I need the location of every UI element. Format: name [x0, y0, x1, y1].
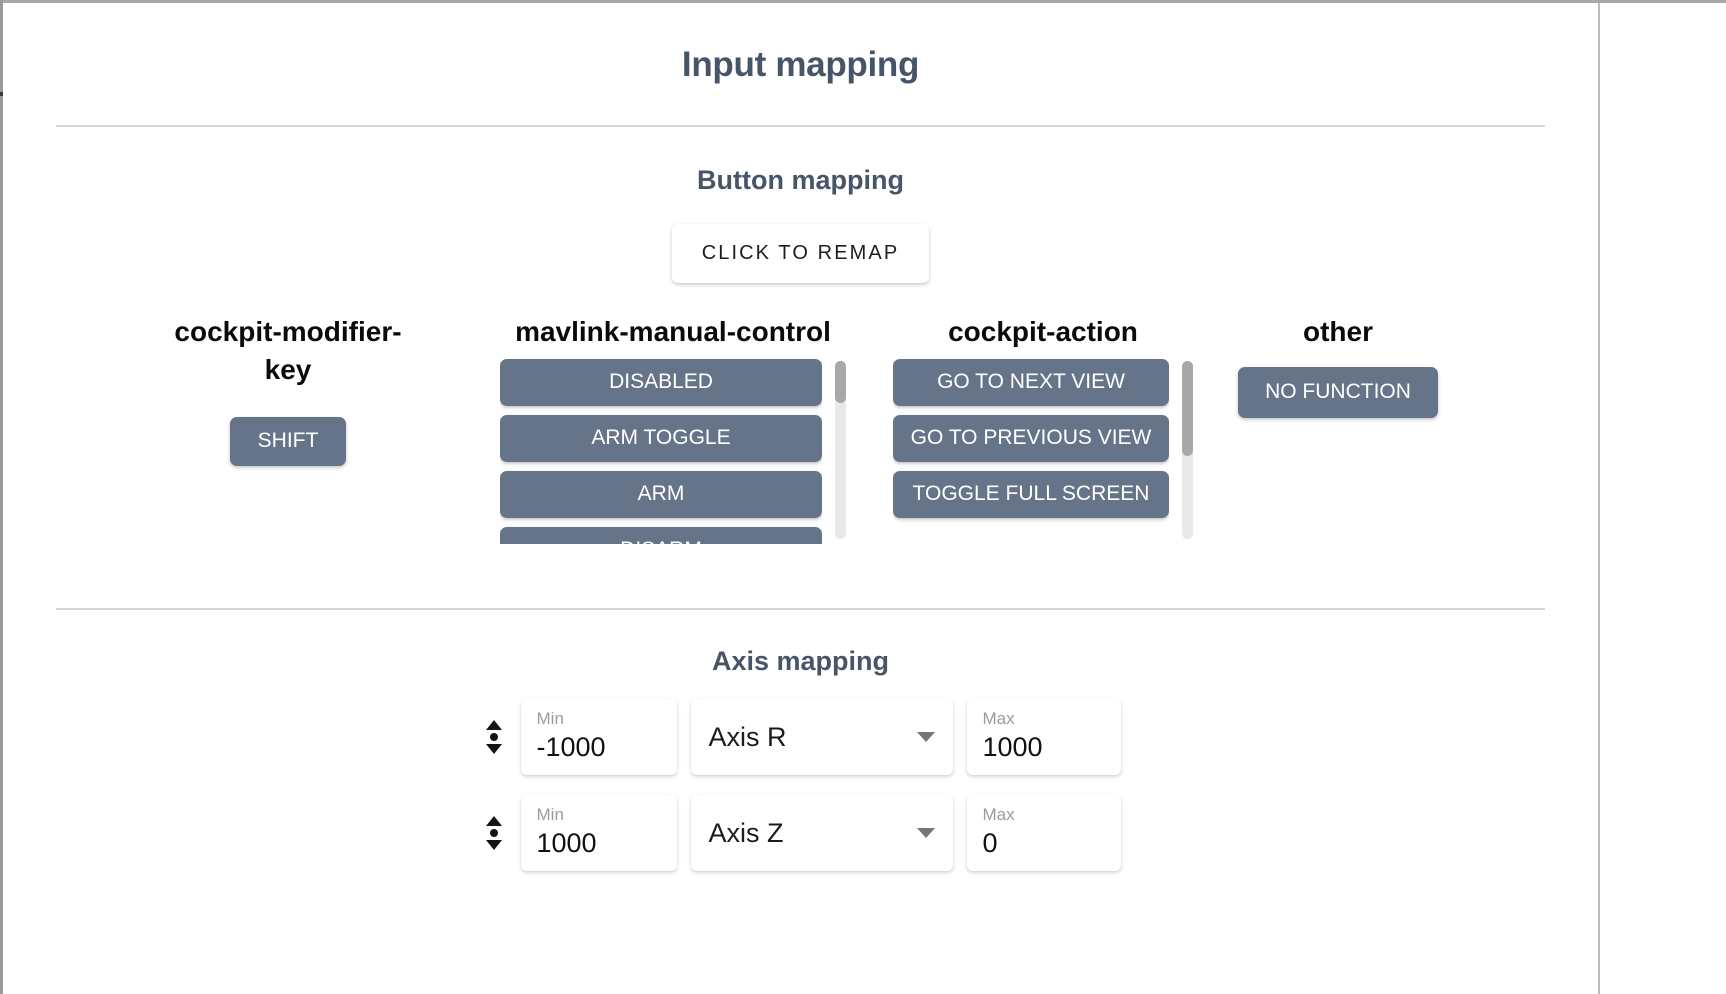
axis-max-value: 0 [982, 828, 998, 859]
mapping-chip-shift[interactable]: SHIFT [230, 417, 346, 467]
axis-mapping-title: Axis mapping [711, 646, 890, 677]
input-mapping-dialog: Input mapping Button mapping CLICK TO RE… [3, 3, 1600, 994]
triangle-down-icon [485, 840, 502, 851]
screen: Input mapping Button mapping CLICK TO RE… [0, 0, 1726, 994]
axis-select[interactable]: Axis R [690, 699, 953, 776]
mapping-chip-no-function[interactable]: NO FUNCTION [1238, 367, 1438, 418]
cockpit-action-option-list: GO TO NEXT VIEW GO TO PREVIOUS VIEW TOGG… [893, 359, 1169, 544]
triangle-up-icon [485, 816, 502, 827]
dot-icon [489, 733, 498, 742]
axis-min-field[interactable]: Min 1000 [520, 795, 677, 872]
axis-row: Min 1000 Axis Z Max 0 [481, 795, 1121, 872]
column-other: other NO FUNCTION [1193, 313, 1483, 544]
chevron-down-icon [916, 828, 935, 839]
axis-select-value: Axis Z [708, 817, 784, 848]
button-mapping-title: Button mapping [697, 165, 904, 195]
column-header: other [1303, 316, 1373, 347]
axis-max-value: 1000 [982, 732, 1043, 763]
axis-max-field[interactable]: Max 1000 [966, 699, 1121, 776]
mavlink-list-scrollbar[interactable] [835, 361, 846, 540]
axis-min-field[interactable]: Min -1000 [520, 699, 677, 776]
mapping-chip-go-to-previous-view[interactable]: GO TO PREVIOUS VIEW [893, 414, 1169, 462]
remap-button-row: CLICK TO REMAP [3, 224, 1598, 283]
mapping-chip-toggle-full-screen[interactable]: TOGGLE FULL SCREEN [893, 470, 1169, 518]
axis-min-label: Min [536, 805, 564, 825]
axis-mapping-rows: Min -1000 Axis R Max 1000 Min 1000 Axis … [3, 699, 1598, 872]
axis-max-field[interactable]: Max 0 [966, 795, 1121, 872]
triangle-up-icon [485, 720, 502, 731]
mapping-chip-disarm[interactable]: DISARM [500, 526, 822, 545]
axis-select[interactable]: Axis Z [690, 795, 953, 872]
mavlink-list-area: DISABLED ARM TOGGLE ARM DISARM [453, 359, 893, 545]
page-title: Input mapping [681, 45, 920, 84]
axis-select-value: Axis R [708, 721, 787, 752]
click-to-remap-button[interactable]: CLICK TO REMAP [671, 224, 930, 283]
dot-icon [489, 829, 498, 838]
chevron-down-icon [916, 732, 935, 743]
axis-invert-icon[interactable] [481, 713, 507, 761]
axis-invert-icon[interactable] [481, 809, 507, 857]
axis-max-label: Max [982, 709, 1015, 729]
action-list-area: GO TO NEXT VIEW GO TO PREVIOUS VIEW TOGG… [893, 359, 1193, 544]
column-mavlink-manual-control: mavlink-manual-control DISABLED ARM TOGG… [453, 313, 893, 545]
cockpit-action-list-scrollbar[interactable] [1182, 361, 1193, 540]
column-header: mavlink-manual-control [515, 316, 831, 347]
scrollbar-thumb[interactable] [1182, 361, 1193, 457]
mavlink-option-list: DISABLED ARM TOGGLE ARM DISARM [500, 359, 822, 545]
axis-max-label: Max [982, 805, 1015, 825]
column-cockpit-action: cockpit-action GO TO NEXT VIEW GO TO PRE… [893, 313, 1193, 544]
axis-min-value: -1000 [536, 732, 606, 763]
mapping-chip-go-to-next-view[interactable]: GO TO NEXT VIEW [893, 359, 1169, 406]
column-cockpit-modifier-key: cockpit-modifier-key SHIFT [123, 313, 453, 544]
axis-row: Min -1000 Axis R Max 1000 [481, 699, 1121, 776]
axis-min-value: 1000 [536, 828, 597, 859]
triangle-down-icon [485, 744, 502, 755]
mapping-columns: cockpit-modifier-key SHIFT mavlink-manua… [3, 313, 1598, 545]
mapping-chip-disabled[interactable]: DISABLED [500, 359, 822, 406]
column-header: cockpit-action [948, 316, 1138, 347]
scrollbar-thumb[interactable] [835, 361, 846, 404]
mapping-chip-arm-toggle[interactable]: ARM TOGGLE [500, 414, 822, 462]
mapping-chip-arm[interactable]: ARM [500, 470, 822, 518]
axis-min-label: Min [536, 709, 564, 729]
column-header: cockpit-modifier-key [174, 316, 402, 386]
